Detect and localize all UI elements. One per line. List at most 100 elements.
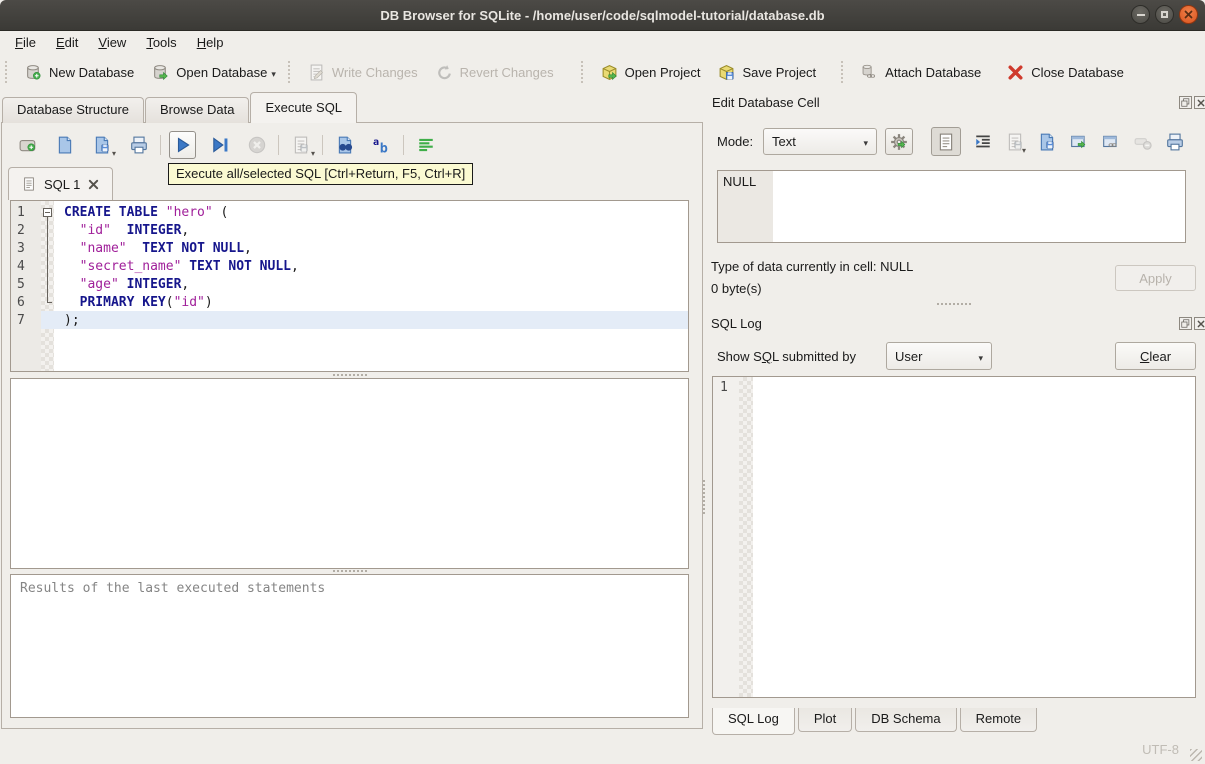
execute-current-line-button[interactable] — [206, 131, 233, 159]
results-grid-pane — [10, 378, 689, 569]
cell-size-info: 0 byte(s) — [711, 281, 762, 296]
open-database-dropdown-icon[interactable] — [271, 65, 276, 80]
format-lines-icon — [417, 136, 435, 154]
open-external-button[interactable] — [1069, 128, 1089, 156]
open-sql-file-button[interactable] — [51, 131, 78, 159]
text-mode-button[interactable] — [931, 127, 961, 156]
float-dock-button[interactable] — [1179, 317, 1192, 330]
dock-tab-sql-log[interactable]: SQL Log — [712, 708, 795, 735]
log-filter-select[interactable]: User — [886, 342, 992, 370]
close-button[interactable] — [1179, 5, 1198, 24]
open-database-icon — [152, 64, 168, 80]
tab-execute-sql[interactable]: Execute SQL — [250, 92, 358, 123]
word-wrap-button[interactable] — [973, 128, 993, 156]
attach-database-button[interactable]: Attach Database — [852, 58, 990, 87]
execute-current-line-icon — [211, 136, 229, 154]
menu-edit[interactable]: Edit — [46, 32, 88, 53]
separator — [160, 135, 161, 155]
open-sql-file-icon — [56, 136, 74, 154]
code-line: 3 "name" TEXT NOT NULL, — [17, 240, 252, 256]
open-database-button[interactable]: Open Database — [143, 58, 285, 87]
primary-tabs: Database Structure Browse Data Execute S… — [2, 92, 358, 123]
save-results-dropdown-icon — [311, 144, 315, 159]
mode-select[interactable]: Text — [763, 128, 877, 155]
maximize-button[interactable] — [1155, 5, 1174, 24]
link-cell-button[interactable] — [1101, 128, 1121, 156]
titlebar[interactable]: DB Browser for SQLite - /home/user/code/… — [0, 0, 1205, 31]
new-database-button[interactable]: New Database — [16, 58, 143, 87]
save-sql-dropdown-icon[interactable] — [112, 144, 116, 159]
menu-help[interactable]: Help — [187, 32, 234, 53]
cell-value-editor[interactable]: NULL — [717, 170, 1186, 243]
toolbar-handle[interactable] — [580, 61, 585, 83]
close-icon — [1184, 10, 1193, 19]
close-database-button[interactable]: Close Database — [998, 58, 1133, 87]
print-cell-button[interactable] — [1165, 128, 1185, 156]
save-sql-file-button[interactable] — [88, 131, 115, 159]
sql-log-dock-title: SQL Log — [711, 316, 762, 331]
menu-tools[interactable]: Tools — [136, 32, 186, 53]
mode-label: Mode: — [717, 134, 754, 149]
dock-tab-remote[interactable]: Remote — [959, 708, 1038, 732]
execution-status-pane: Results of the last executed statements — [10, 574, 689, 718]
toolbar-handle[interactable] — [5, 61, 9, 83]
minimize-button[interactable] — [1131, 5, 1150, 24]
dock-splitter[interactable] — [703, 480, 705, 514]
save-results-icon — [292, 136, 307, 154]
apply-button: Apply — [1115, 265, 1196, 291]
tab-browse-data[interactable]: Browse Data — [145, 97, 250, 123]
import-file-button — [1005, 128, 1025, 156]
save-project-button[interactable]: Save Project — [709, 58, 825, 87]
print-cell-icon — [1166, 133, 1184, 151]
sql-editor[interactable]: 1 CREATE TABLE "hero" ( 2 "id" INTEGER, … — [10, 200, 689, 372]
splitter-handle[interactable] — [10, 373, 689, 377]
sql-log-dock-controls — [1179, 317, 1205, 330]
menu-file[interactable]: File — [5, 32, 46, 53]
toolbar-handle[interactable] — [841, 61, 845, 83]
code-line: 5 "age" INTEGER, — [17, 276, 190, 292]
cell-value: NULL — [723, 174, 757, 189]
open-project-button[interactable]: Open Project — [592, 58, 710, 87]
close-tab-icon[interactable] — [88, 179, 99, 190]
edit-cell-dock-controls — [1179, 96, 1205, 109]
menu-view[interactable]: View — [88, 32, 136, 53]
export-file-button[interactable] — [1037, 128, 1057, 156]
print-sql-button[interactable] — [125, 131, 152, 159]
dock-splitter-handle[interactable] — [712, 301, 1196, 307]
dock-tab-plot[interactable]: Plot — [797, 708, 853, 732]
results-placeholder: Results of the last executed statements — [20, 581, 326, 596]
window-controls — [1131, 5, 1198, 24]
auto-completion-button[interactable] — [368, 131, 395, 159]
find-replace-button[interactable] — [331, 131, 358, 159]
set-null-icon — [1134, 133, 1152, 151]
revert-changes-icon — [436, 64, 453, 81]
attach-database-icon — [862, 64, 876, 78]
sql-editor-tab[interactable]: SQL 1 — [8, 167, 114, 200]
log-filter-label: Show SQL submitted by — [717, 349, 856, 364]
import-data-button[interactable] — [885, 128, 913, 155]
save-project-icon — [718, 64, 734, 81]
execute-all-button[interactable] — [169, 131, 196, 159]
close-dock-button[interactable] — [1194, 96, 1205, 109]
app-window: DB Browser for SQLite - /home/user/code/… — [0, 0, 1205, 764]
float-icon — [1181, 319, 1190, 328]
import-dropdown-icon — [1022, 141, 1026, 156]
format-sql-button[interactable] — [412, 131, 439, 159]
clear-log-button[interactable]: Clear — [1115, 342, 1196, 370]
close-icon — [1197, 320, 1205, 328]
sql-tab-label: SQL 1 — [44, 176, 81, 192]
float-dock-button[interactable] — [1179, 96, 1192, 109]
dock-tab-db-schema[interactable]: DB Schema — [855, 708, 957, 732]
resize-grip[interactable] — [1190, 749, 1202, 761]
sql-log-view[interactable]: 1 — [712, 376, 1196, 698]
code-lines: 1 CREATE TABLE "hero" ( 2 "id" INTEGER, … — [11, 203, 688, 329]
splitter-handle[interactable] — [10, 569, 689, 573]
set-null-button — [1133, 128, 1153, 156]
close-dock-button[interactable] — [1194, 317, 1205, 330]
edit-cell-dock-title: Edit Database Cell — [712, 95, 820, 110]
open-project-icon — [601, 64, 617, 81]
stop-icon — [248, 136, 266, 154]
tab-database-structure[interactable]: Database Structure — [2, 97, 145, 123]
toolbar-handle[interactable] — [287, 61, 292, 83]
open-sql-tab-button[interactable] — [14, 131, 41, 159]
